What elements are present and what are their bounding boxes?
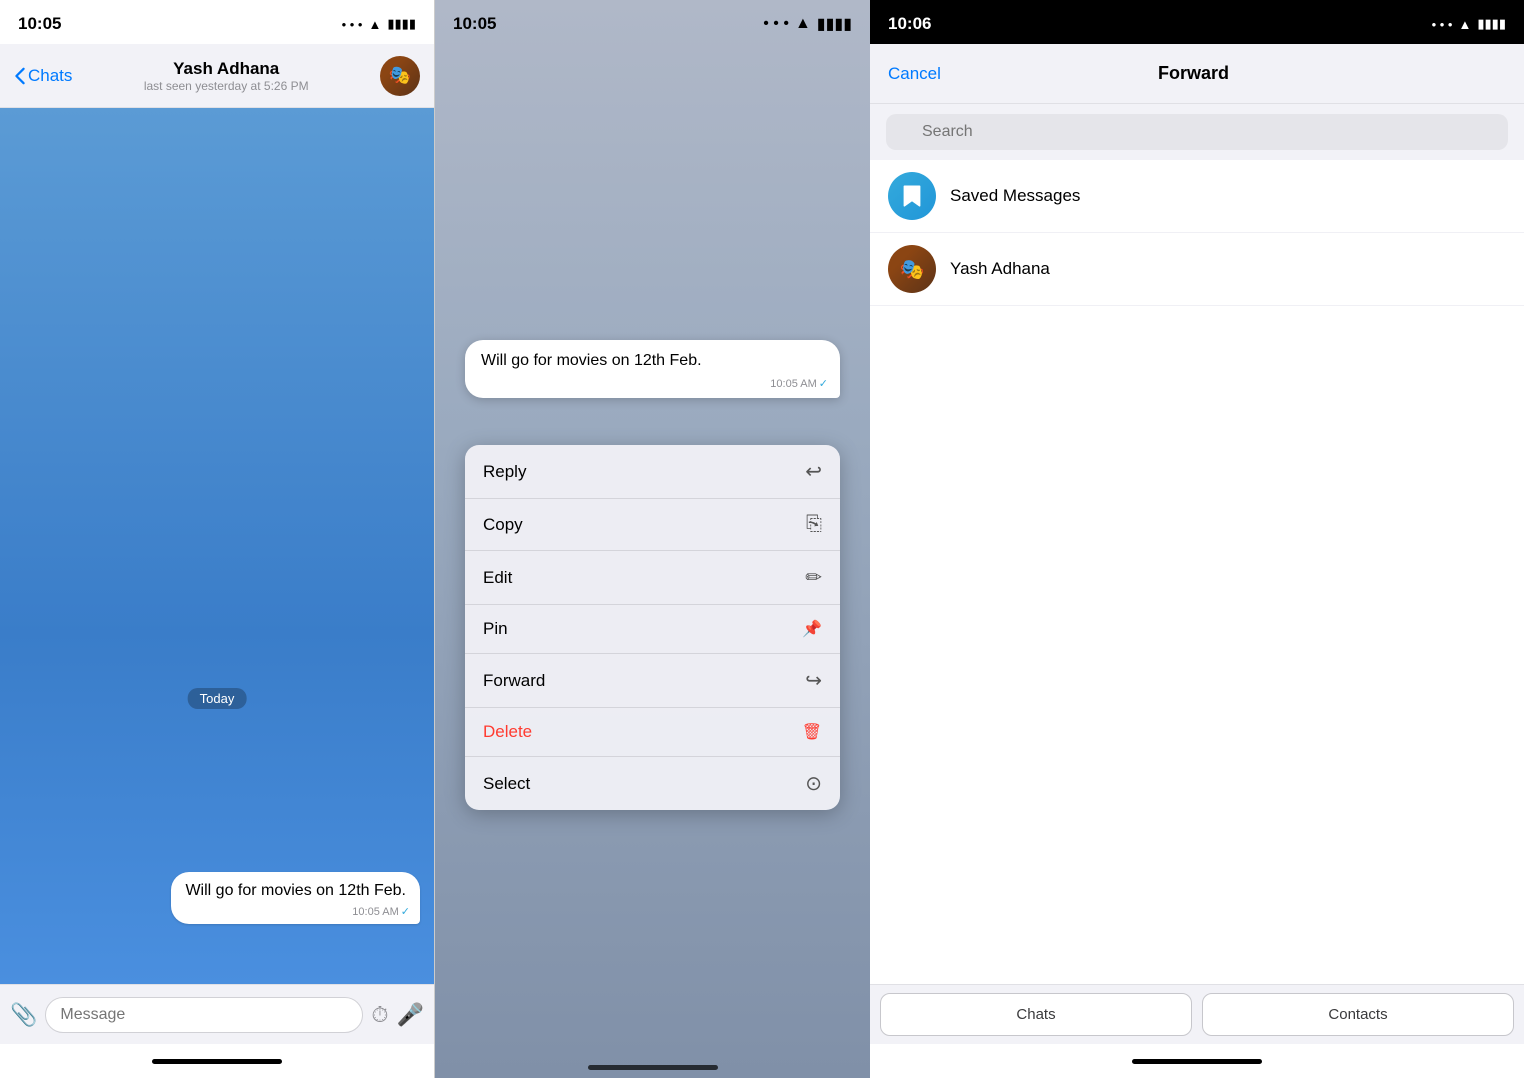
wifi-icon-fwd: ▲	[1459, 17, 1472, 32]
forward-tabs: Chats Contacts	[870, 984, 1524, 1044]
contact-name: Yash Adhana	[173, 59, 279, 79]
date-separator: Today	[188, 688, 247, 709]
preview-text: Will go for movies on 12th Feb.	[481, 352, 702, 369]
tab-contacts[interactable]: Contacts	[1202, 993, 1514, 1036]
battery-icon-fwd: ▮▮▮▮	[1477, 16, 1506, 32]
battery-icon-ctx: ▮▮▮▮	[817, 14, 852, 34]
preview-meta: 10:05 AM ✓	[770, 377, 828, 390]
status-icons-forward: • • • ▲ ▮▮▮▮	[1432, 16, 1506, 32]
delete-icon: 🗑	[802, 722, 822, 742]
saved-messages-name: Saved Messages	[950, 186, 1080, 206]
home-indicator-ctx	[588, 1065, 718, 1070]
check-icon-preview: ✓	[819, 377, 828, 390]
avatar-image: 🎭	[380, 56, 420, 96]
status-bar-chat: 10:05 • • • ▲ ▮▮▮▮	[0, 0, 434, 44]
saved-messages-avatar	[888, 172, 936, 220]
back-button[interactable]: Chats	[14, 66, 72, 86]
tab-chats[interactable]: Chats	[880, 993, 1192, 1036]
ctx-copy[interactable]: Copy ⎘	[465, 499, 840, 551]
list-item-saved[interactable]: Saved Messages	[870, 160, 1524, 233]
pin-icon: 📌	[802, 619, 822, 639]
ctx-pin[interactable]: Pin 📌	[465, 605, 840, 654]
dots-icon-fwd: • • •	[1432, 17, 1453, 32]
user-name: Yash Adhana	[950, 259, 1050, 279]
ctx-copy-label: Copy	[483, 515, 523, 535]
home-bar-fwd	[1132, 1059, 1262, 1064]
tab-contacts-label: Contacts	[1328, 1006, 1387, 1023]
ctx-reply-label: Reply	[483, 462, 526, 482]
timer-icon[interactable]: ⏱	[371, 1002, 388, 1028]
forward-panel: 10:06 • • • ▲ ▮▮▮▮ Cancel Forward 🔍 Save…	[870, 0, 1524, 1078]
status-bar-context: 10:05 • • • ▲ ▮▮▮▮	[435, 0, 870, 44]
message-time: 10:05 AM	[352, 906, 398, 918]
home-indicator-forward	[870, 1044, 1524, 1078]
status-time-context: 10:05	[453, 14, 496, 34]
select-icon: ⊙	[805, 771, 822, 796]
ctx-edit[interactable]: Edit ✏	[465, 551, 840, 605]
message-bubble[interactable]: Will go for movies on 12th Feb. 10:05 AM…	[171, 872, 420, 924]
nav-bar-chat: Chats Yash Adhana last seen yesterday at…	[0, 44, 434, 108]
cancel-button[interactable]: Cancel	[888, 64, 941, 84]
forward-list: Saved Messages 🎭 Yash Adhana	[870, 160, 1524, 984]
preview-time: 10:05 AM	[770, 378, 816, 390]
edit-icon: ✏	[805, 565, 822, 590]
status-time-forward: 10:06	[888, 14, 931, 34]
contact-avatar[interactable]: 🎭	[380, 56, 420, 96]
ctx-delete-label: Delete	[483, 722, 532, 742]
dots-icon-ctx: • • •	[763, 15, 789, 33]
chat-background: Today Will go for movies on 12th Feb. 10…	[0, 108, 434, 984]
ctx-edit-label: Edit	[483, 568, 512, 588]
ctx-reply[interactable]: Reply ↩	[465, 445, 840, 499]
forward-title: Forward	[1158, 63, 1229, 84]
search-wrap: 🔍	[886, 114, 1508, 150]
search-input[interactable]	[886, 114, 1508, 150]
ctx-select[interactable]: Select ⊙	[465, 757, 840, 810]
ctx-delete[interactable]: Delete 🗑	[465, 708, 840, 757]
contact-status: last seen yesterday at 5:26 PM	[144, 79, 309, 93]
contact-info: Yash Adhana last seen yesterday at 5:26 …	[144, 59, 309, 93]
search-bar: 🔍	[870, 104, 1524, 160]
input-bar: 📎 ⏱ 🎤	[0, 984, 434, 1044]
status-icons-chat: • • • ▲ ▮▮▮▮	[342, 16, 416, 32]
list-item-user[interactable]: 🎭 Yash Adhana	[870, 233, 1524, 306]
back-label: Chats	[28, 66, 72, 86]
status-icons-context: • • • ▲ ▮▮▮▮	[763, 14, 852, 34]
copy-icon: ⎘	[806, 513, 822, 536]
ctx-pin-label: Pin	[483, 619, 508, 639]
ctx-select-label: Select	[483, 774, 530, 794]
status-time-chat: 10:05	[18, 14, 61, 34]
ctx-forward-label: Forward	[483, 671, 545, 691]
message-text: Will go for movies on 12th Feb.	[185, 882, 406, 899]
chat-panel: 10:05 • • • ▲ ▮▮▮▮ Chats Yash Adhana las…	[0, 0, 435, 1078]
ctx-forward[interactable]: Forward ↪	[465, 654, 840, 708]
tab-chats-label: Chats	[1016, 1006, 1055, 1023]
context-menu-panel: 10:05 • • • ▲ ▮▮▮▮ Will go for movies on…	[435, 0, 870, 1078]
home-indicator	[152, 1059, 282, 1064]
battery-icon: ▮▮▮▮	[387, 16, 416, 32]
status-bar-forward: 10:06 • • • ▲ ▮▮▮▮	[870, 0, 1524, 44]
message-meta: 10:05 AM ✓	[352, 905, 410, 918]
wifi-icon: ▲	[369, 17, 382, 32]
mic-icon[interactable]: 🎤	[397, 1002, 424, 1028]
reply-icon: ↩	[805, 459, 822, 484]
forward-icon: ↪	[805, 668, 822, 693]
attachment-icon[interactable]: 📎	[10, 1002, 37, 1028]
forward-nav: Cancel Forward	[870, 44, 1524, 104]
message-input[interactable]	[45, 997, 363, 1033]
message-preview: Will go for movies on 12th Feb. 10:05 AM…	[465, 340, 840, 398]
wifi-icon-ctx: ▲	[795, 15, 811, 33]
user-avatar: 🎭	[888, 245, 936, 293]
context-menu: Reply ↩ Copy ⎘ Edit ✏ Pin 📌 Forward ↪ De…	[465, 445, 840, 810]
home-indicator-area	[0, 1044, 434, 1078]
dots-icon: • • •	[342, 17, 363, 32]
check-icon: ✓	[401, 905, 410, 918]
